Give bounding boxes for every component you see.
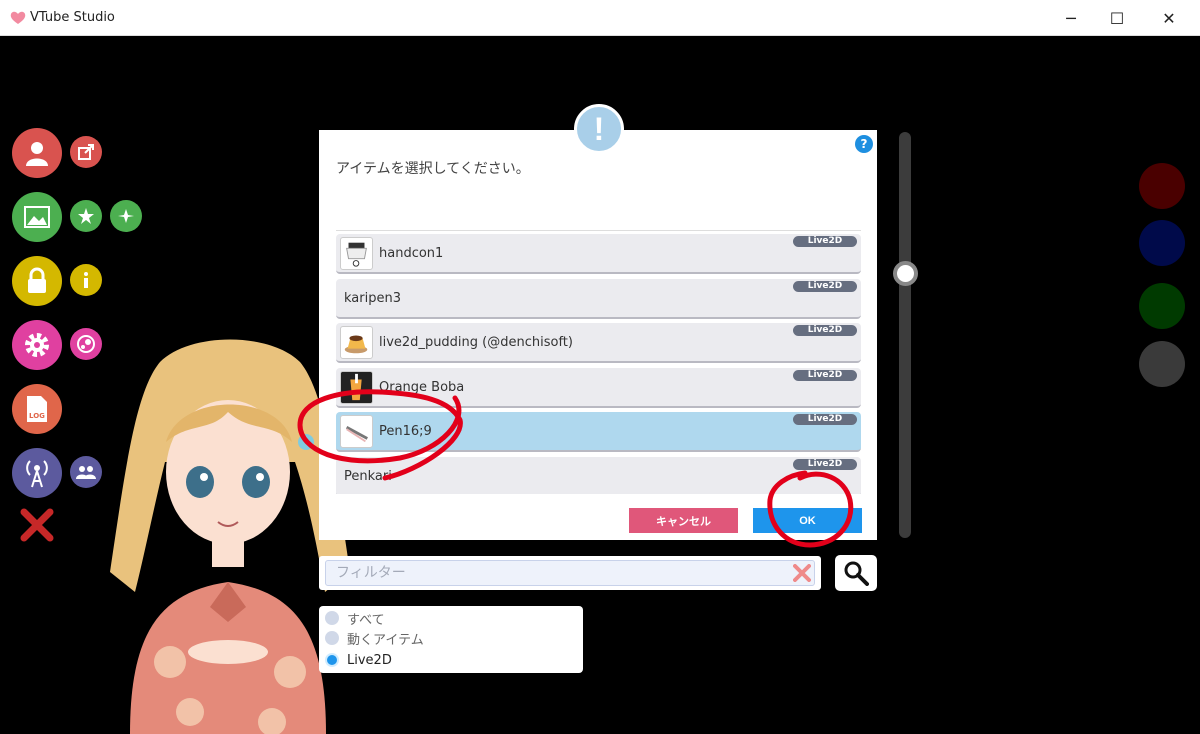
close-icon [20,508,54,542]
dismiss-button[interactable] [20,508,54,542]
user-icon [26,142,48,166]
people-icon [76,466,96,479]
item-thumbnail [340,415,373,448]
radio-option-animated[interactable]: 動くアイテム [325,628,424,648]
search-icon [844,561,869,586]
window-title: VTube Studio [30,10,115,25]
info-button[interactable] [70,264,102,296]
item-name: handcon1 [379,246,444,261]
clear-filter-button[interactable] [790,560,814,586]
color-preset-blue[interactable] [1139,220,1185,266]
color-preset-green[interactable] [1139,283,1185,329]
settings-button[interactable] [12,320,62,370]
filter-input[interactable] [325,560,815,586]
select-item-dialog: アイテムを選択してください。 handcon1 Live2D karipen3 … [319,130,877,540]
log-button[interactable]: LOG [12,384,62,434]
background-button[interactable] [12,192,62,242]
list-item[interactable]: Penkari Live2D [336,457,861,494]
item-type-badge: Live2D [793,281,857,292]
broadcast-icon [26,460,48,488]
item-name: karipen3 [344,291,401,306]
minimize-button[interactable]: ─ [1048,0,1094,36]
image-icon [24,206,50,228]
item-type-badge: Live2D [793,325,857,336]
lock-button[interactable] [12,256,62,306]
item-name: live2d_pudding (@denchisoft) [379,335,573,350]
list-item-selected[interactable]: Pen16;9 Live2D [336,412,861,452]
color-preset-red[interactable] [1139,163,1185,209]
favorite-button[interactable] [70,200,102,232]
effects-button[interactable] [110,200,142,232]
cancel-button[interactable]: キャンセル [629,508,738,533]
radio-label: すべて [347,612,385,628]
item-type-badge: Live2D [793,370,857,381]
scale-slider-track[interactable] [899,132,911,538]
item-list[interactable]: handcon1 Live2D karipen3 Live2D live2d_p… [336,234,861,494]
minimize-icon: ─ [1066,8,1076,28]
radio-button-selected[interactable] [325,653,339,667]
sparkle-icon [118,209,134,223]
lock-icon [28,267,46,293]
star-icon [78,208,94,224]
maximize-button[interactable]: ☐ [1094,0,1140,36]
ok-button[interactable]: OK [753,508,862,533]
list-item[interactable]: karipen3 Live2D [336,279,861,319]
search-button[interactable] [835,555,877,591]
info-icon [84,272,88,288]
list-item[interactable]: Orange Boba Live2D [336,368,861,408]
radio-label: Live2D [347,652,392,668]
close-icon: ✕ [1162,8,1176,28]
alert-icon: ! [574,104,624,154]
list-item[interactable]: live2d_pudding (@denchisoft) Live2D [336,323,861,363]
list-item[interactable]: handcon1 Live2D [336,234,861,274]
log-icon-label: LOG [29,412,45,420]
profile-button[interactable] [12,128,62,178]
share-icon [78,144,94,160]
stage: LOG アイテムを選択してください。 handcon1 Live2D karip… [0,36,1200,734]
radio-label: 動くアイテム [347,632,424,648]
radio-button[interactable] [325,631,339,645]
app-logo-icon [10,11,26,24]
item-thumbnail [340,237,373,270]
close-window-button[interactable]: ✕ [1146,0,1192,36]
maximize-icon: ☐ [1109,8,1125,28]
item-thumbnail [340,371,373,404]
item-name: Orange Boba [379,380,465,395]
filter-bar [319,556,821,590]
close-icon [793,564,811,582]
radio-option-live2d[interactable]: Live2D [325,650,392,670]
collab-button[interactable] [70,456,102,488]
scale-slider-thumb[interactable] [893,261,918,286]
dialog-message: アイテムを選択してください。 [336,161,530,177]
steam-icon [77,335,95,353]
log-icon: LOG [27,396,47,422]
list-divider [336,230,861,231]
share-button[interactable] [70,136,102,168]
gear-icon [25,333,49,357]
radio-option-all[interactable]: すべて [325,608,385,628]
radio-button[interactable] [325,611,339,625]
item-name: Pen16;9 [379,424,432,439]
item-type-badge: Live2D [793,236,857,247]
color-preset-gray[interactable] [1139,341,1185,387]
item-type-filter: すべて 動くアイテム Live2D [319,606,583,673]
item-name: Penkari [344,469,392,484]
item-type-badge: Live2D [793,459,857,470]
item-thumbnail [340,326,373,359]
stream-button[interactable] [12,448,62,498]
title-bar: VTube Studio ─ ☐ ✕ [0,0,1200,36]
steam-button[interactable] [70,328,102,360]
help-icon[interactable]: ? [855,135,873,153]
item-type-badge: Live2D [793,414,857,425]
